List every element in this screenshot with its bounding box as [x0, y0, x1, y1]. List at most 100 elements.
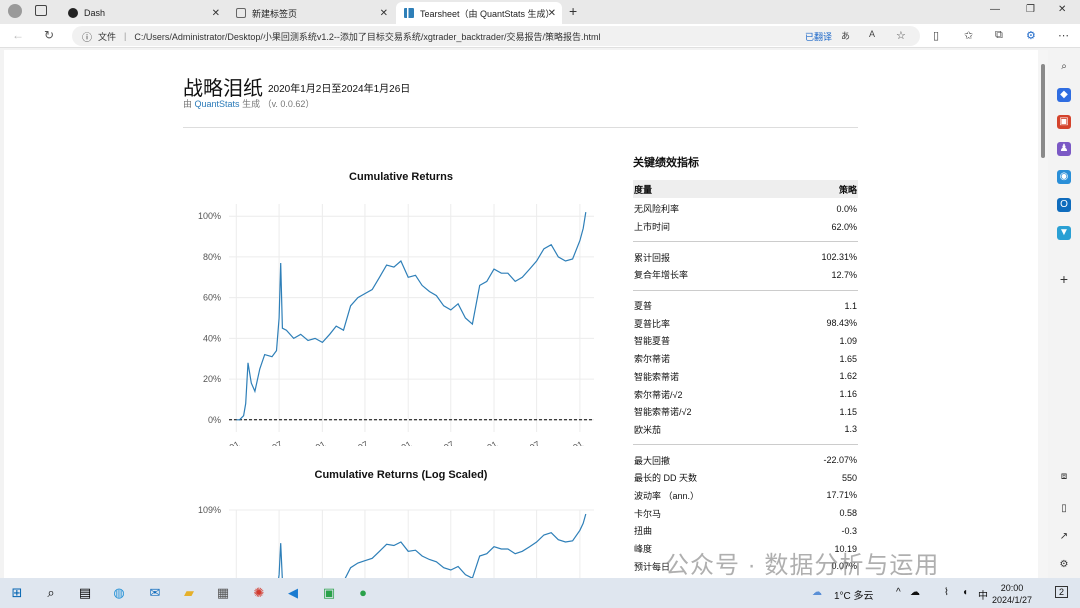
- y-tick-label: 40%: [203, 333, 221, 343]
- metric-name: 扭曲: [634, 526, 653, 537]
- metric-name: 智能索蒂诺/√2: [634, 407, 692, 418]
- edge-sidebar: ⌕ ◆ ▣ ♟ ◉ O ▼ + ⧈ ▯ ↗ ⚙: [1048, 50, 1080, 578]
- task-view-icon[interactable]: ▤: [76, 584, 94, 602]
- metrics-separator: [633, 289, 858, 291]
- terminal-icon[interactable]: ▣: [320, 584, 338, 602]
- metric-value: 17.71%: [826, 490, 857, 501]
- refresh-icon[interactable]: ↻: [44, 28, 54, 42]
- translated-label[interactable]: 已翻译: [805, 30, 832, 43]
- tab-newtab[interactable]: 新建标签页 ✕: [228, 2, 394, 24]
- url-input[interactable]: ⓘ 文件 | C:/Users/Administrator/Desktop/小果…: [72, 26, 920, 46]
- network-icon[interactable]: ⌇: [944, 587, 949, 598]
- extension-icon[interactable]: ⚙: [1026, 29, 1036, 42]
- y-tick-label: 60%: [203, 293, 221, 303]
- x-tick-label: 2023-01: [465, 439, 499, 446]
- clock[interactable]: 20:00 2024/1/27: [992, 582, 1032, 606]
- explorer-icon[interactable]: ▰: [180, 584, 198, 602]
- watermark: 公众号 · 数据分析与运用: [665, 552, 940, 579]
- mail-icon[interactable]: ✉: [146, 584, 164, 602]
- quantstats-link[interactable]: QuantStats: [195, 99, 240, 109]
- dash-icon: [68, 8, 78, 18]
- edge-icon[interactable]: ◍: [110, 584, 128, 602]
- metric-value: 62.0%: [831, 221, 857, 232]
- metric-name: 最大回撤: [634, 455, 671, 466]
- page-viewport: 战略泪纸 2020年1月2日至2024年1月26日 由 QuantStats 生…: [4, 50, 1038, 578]
- search-icon[interactable]: ⌕: [1057, 60, 1071, 74]
- metric-name: 智能夏普: [634, 336, 671, 347]
- metric-row: 复合年增长率 12.7%: [633, 266, 858, 284]
- metric-name: 复合年增长率: [634, 270, 689, 281]
- metric-row: 无风险利率 0.0%: [633, 200, 858, 218]
- close-icon[interactable]: ✕: [212, 8, 220, 19]
- metric-row: 最大回撤 -22.07%: [633, 451, 858, 469]
- translate-icon[interactable]: あ: [841, 29, 850, 42]
- scrollbar[interactable]: [1038, 50, 1048, 578]
- series-line: [278, 513, 587, 578]
- store-icon[interactable]: ▦: [214, 584, 232, 602]
- metric-row: 智能索蒂诺 1.62: [633, 368, 858, 386]
- metric-row: 夏普比率 98.43%: [633, 314, 858, 332]
- drop-icon[interactable]: ▼: [1057, 226, 1071, 240]
- metric-value: 102.31%: [821, 252, 857, 263]
- tray-up-icon[interactable]: ^: [896, 587, 901, 598]
- more-icon[interactable]: ⋯: [1058, 29, 1069, 42]
- shopping-icon[interactable]: ◆: [1057, 88, 1071, 102]
- search-icon[interactable]: ⌕: [42, 584, 60, 602]
- vscode-icon[interactable]: ◀: [284, 584, 302, 602]
- y-tick-label: 80%: [203, 252, 221, 262]
- restore-icon[interactable]: ❐: [1026, 4, 1035, 15]
- volume-icon[interactable]: ◖: [962, 587, 968, 598]
- office-icon[interactable]: ◉: [1057, 170, 1071, 184]
- read-aloud-icon[interactable]: A: [869, 29, 875, 39]
- x-tick-label: 2021-07: [336, 439, 370, 446]
- metric-row: 欧米茄 1.3: [633, 421, 858, 439]
- metric-name: 累计回报: [634, 252, 671, 263]
- collections-icon[interactable]: ⧉: [995, 29, 1003, 42]
- external-icon[interactable]: ↗: [1057, 530, 1071, 544]
- cumulative-returns-chart: 0% 20% 40% 60% 80% 100% 2020-01 2020-07 2021-01 2…: [198, 204, 594, 446]
- sidebar-toggle-icon[interactable]: ▯: [1057, 502, 1071, 516]
- wechat-icon[interactable]: ●: [354, 584, 372, 602]
- favorites-icon[interactable]: ✩: [964, 29, 973, 42]
- screenshot-icon[interactable]: ⧈: [1057, 470, 1071, 484]
- metrics-table: 关键绩效指标 度量 策略 无风险利率 0.0% 上市时间 62.0% 累计回报 102.3…: [633, 154, 858, 575]
- metric-value: 98.43%: [826, 318, 857, 329]
- close-icon[interactable]: ✕: [380, 8, 388, 19]
- tab-tearsheet[interactable]: Tearsheet（由 QuantStats 生成） ✕: [396, 2, 562, 24]
- tab-dash[interactable]: Dash ✕: [60, 2, 226, 24]
- weather-label[interactable]: 1°C 多云: [834, 587, 874, 602]
- weather-icon[interactable]: ☁: [812, 587, 822, 598]
- metric-name: 峰度: [634, 544, 653, 555]
- settings-icon[interactable]: ⚙: [1057, 558, 1071, 572]
- metric-name: 夏普比率: [634, 318, 671, 329]
- ime-label[interactable]: 中: [978, 587, 988, 602]
- metric-row: 索尔蒂诺/√2 1.16: [633, 385, 858, 403]
- chart-title: Cumulative Returns: [349, 171, 453, 183]
- tab-actions-icon[interactable]: [35, 5, 47, 16]
- minimize-icon[interactable]: —: [990, 4, 1000, 15]
- newtab-icon: [236, 8, 246, 18]
- tools-icon[interactable]: ▣: [1057, 115, 1071, 129]
- x-tick-label: 2020-07: [250, 439, 284, 446]
- add-icon[interactable]: +: [1057, 272, 1071, 286]
- scroll-thumb[interactable]: [1041, 64, 1045, 158]
- close-icon[interactable]: ✕: [548, 8, 556, 19]
- close-window-icon[interactable]: ✕: [1058, 4, 1066, 15]
- favorite-icon[interactable]: ☆: [896, 29, 906, 42]
- x-tick-label: 2022-07: [422, 439, 456, 446]
- notification-badge[interactable]: 2: [1055, 586, 1069, 598]
- outlook-icon[interactable]: O: [1057, 198, 1071, 212]
- profile-icon[interactable]: [8, 4, 22, 18]
- y-tick-label: 100%: [198, 211, 221, 221]
- games-icon[interactable]: ♟: [1057, 142, 1071, 156]
- metric-value: 0.0%: [836, 203, 857, 214]
- metric-value: 1.62: [839, 371, 857, 382]
- metric-value: 1.16: [839, 389, 857, 400]
- app-icon[interactable]: ✺: [250, 584, 268, 602]
- onedrive-icon[interactable]: ☁: [910, 587, 920, 598]
- split-screen-icon[interactable]: ▯: [933, 29, 939, 42]
- metric-value: 550: [841, 472, 857, 483]
- new-tab-icon[interactable]: +: [569, 3, 577, 19]
- back-icon[interactable]: ←: [12, 28, 24, 42]
- windows-start-icon[interactable]: ⊞: [8, 584, 26, 602]
